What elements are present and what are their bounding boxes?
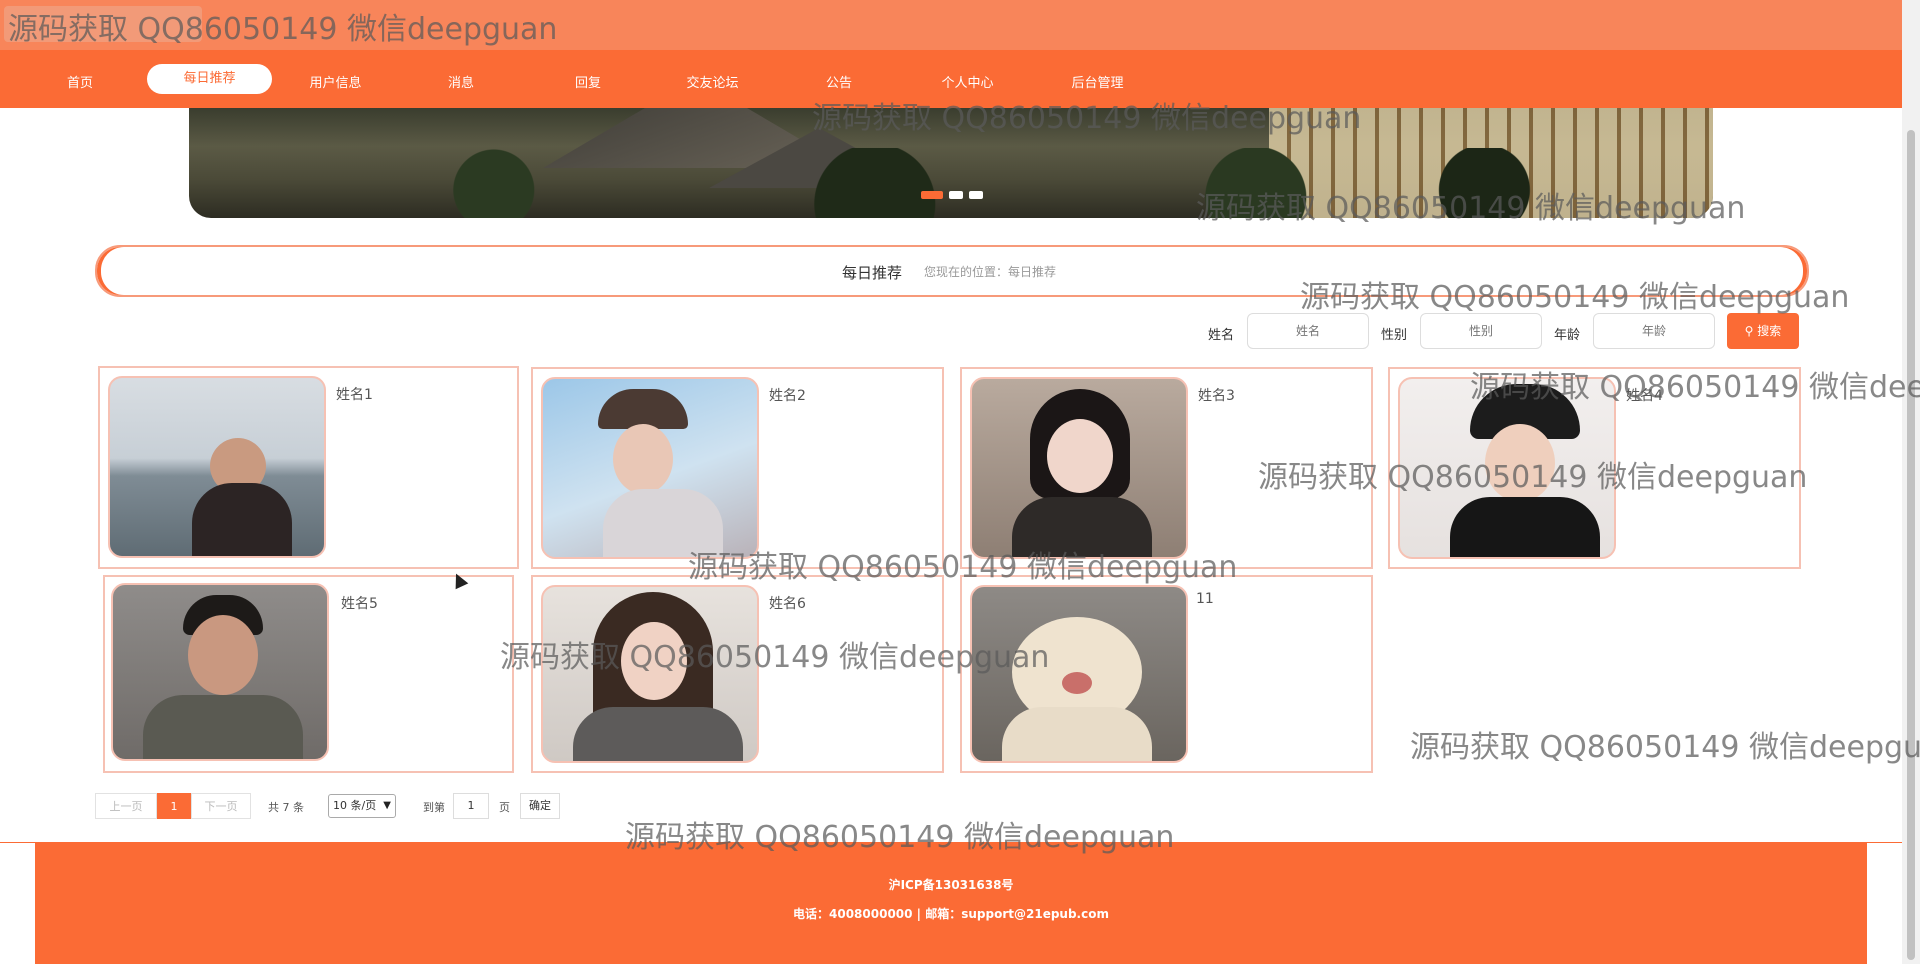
goto-page-input[interactable]: 1 [453,793,489,819]
nav-messages[interactable]: 消息 [436,69,486,99]
age-label: 年龄 [1554,328,1581,343]
page-1-button[interactable]: 1 [157,793,191,819]
watermark-text: 源码获取 QQ86050149 微信deepguan [1410,730,1920,765]
nav-admin[interactable]: 后台管理 [1060,69,1135,99]
nav-replies[interactable]: 回复 [563,69,613,99]
nav-user-info[interactable]: 用户信息 [298,69,373,99]
page-unit-label: 页 [499,801,510,814]
prev-page-button[interactable]: 上一页 [95,793,157,819]
nav-personal-center[interactable]: 个人中心 [930,69,1005,99]
profile-name: 姓名4 [1626,388,1663,404]
banner-carousel[interactable] [189,108,1713,218]
banner-trees [189,148,1713,218]
name-label: 姓名 [1208,328,1235,343]
profile-card[interactable]: 11 [960,575,1373,773]
name-input[interactable] [1247,313,1369,349]
search-button-label: 搜索 [1757,324,1782,338]
scrollbar-thumb[interactable] [1907,130,1915,960]
profile-card[interactable]: 姓名6 [531,575,944,773]
profile-name: 姓名2 [769,388,806,404]
profile-photo[interactable] [1398,377,1616,559]
profile-photo[interactable] [541,377,759,559]
page-size-value: 10 条/页 [333,799,377,812]
profile-name: 姓名5 [341,596,378,612]
total-count: 共 7 条 [268,801,304,814]
profile-card[interactable]: 姓名5 [103,575,514,773]
footer-icp: 沪ICP备13031638号 [888,878,1014,892]
breadcrumb-location: 您现在的位置：每日推荐 [924,265,1057,279]
profile-name: 姓名6 [769,596,806,612]
profile-photo[interactable] [111,583,329,761]
nav-forum[interactable]: 交友论坛 [675,69,750,99]
profile-card[interactable]: 姓名4 [1388,367,1801,569]
main-nav: 首页 每日推荐 用户信息 消息 回复 交友论坛 公告 个人中心 后台管理 [0,50,1902,108]
goto-label: 到第 [423,801,445,814]
goto-confirm-button[interactable]: 确定 [520,793,560,819]
profile-photo[interactable] [970,585,1188,763]
gender-label: 性别 [1381,328,1408,343]
footer: 沪ICP备13031638号 电话：4008000000 | 邮箱：suppor… [35,843,1867,964]
profile-name: 姓名1 [336,387,373,403]
carousel-dot-3[interactable] [969,191,983,199]
next-page-button[interactable]: 下一页 [191,793,251,819]
profile-photo[interactable] [108,376,326,558]
profile-name: 姓名3 [1198,388,1235,404]
page-size-select[interactable]: 10 条/页 ▼ [328,794,396,818]
footer-contact: 电话：4008000000 | 邮箱：support@21epub.com [793,907,1109,921]
nav-daily-recommend[interactable]: 每日推荐 [147,64,272,94]
profile-card[interactable]: 姓名1 [98,366,519,569]
search-button[interactable]: ⚲ 搜索 [1727,313,1799,349]
profile-name: 11 [1196,591,1214,607]
carousel-dot-2[interactable] [949,191,963,199]
site-logo[interactable] [4,6,202,42]
nav-announcements[interactable]: 公告 [814,69,864,99]
nav-home[interactable]: 首页 [55,69,105,99]
profile-photo[interactable] [970,377,1188,559]
chevron-down-icon: ▼ [383,800,391,811]
profile-photo[interactable] [541,585,759,763]
breadcrumb: 每日推荐 您现在的位置：每日推荐 [95,245,1809,297]
profile-card[interactable]: 姓名3 [960,367,1373,569]
gender-input[interactable] [1420,313,1542,349]
page-title: 每日推荐 [842,264,903,282]
top-header [0,0,1902,50]
profile-card[interactable]: 姓名2 [531,367,944,569]
carousel-dot-1[interactable] [921,191,943,199]
search-icon: ⚲ [1744,324,1754,338]
age-input[interactable] [1593,313,1715,349]
